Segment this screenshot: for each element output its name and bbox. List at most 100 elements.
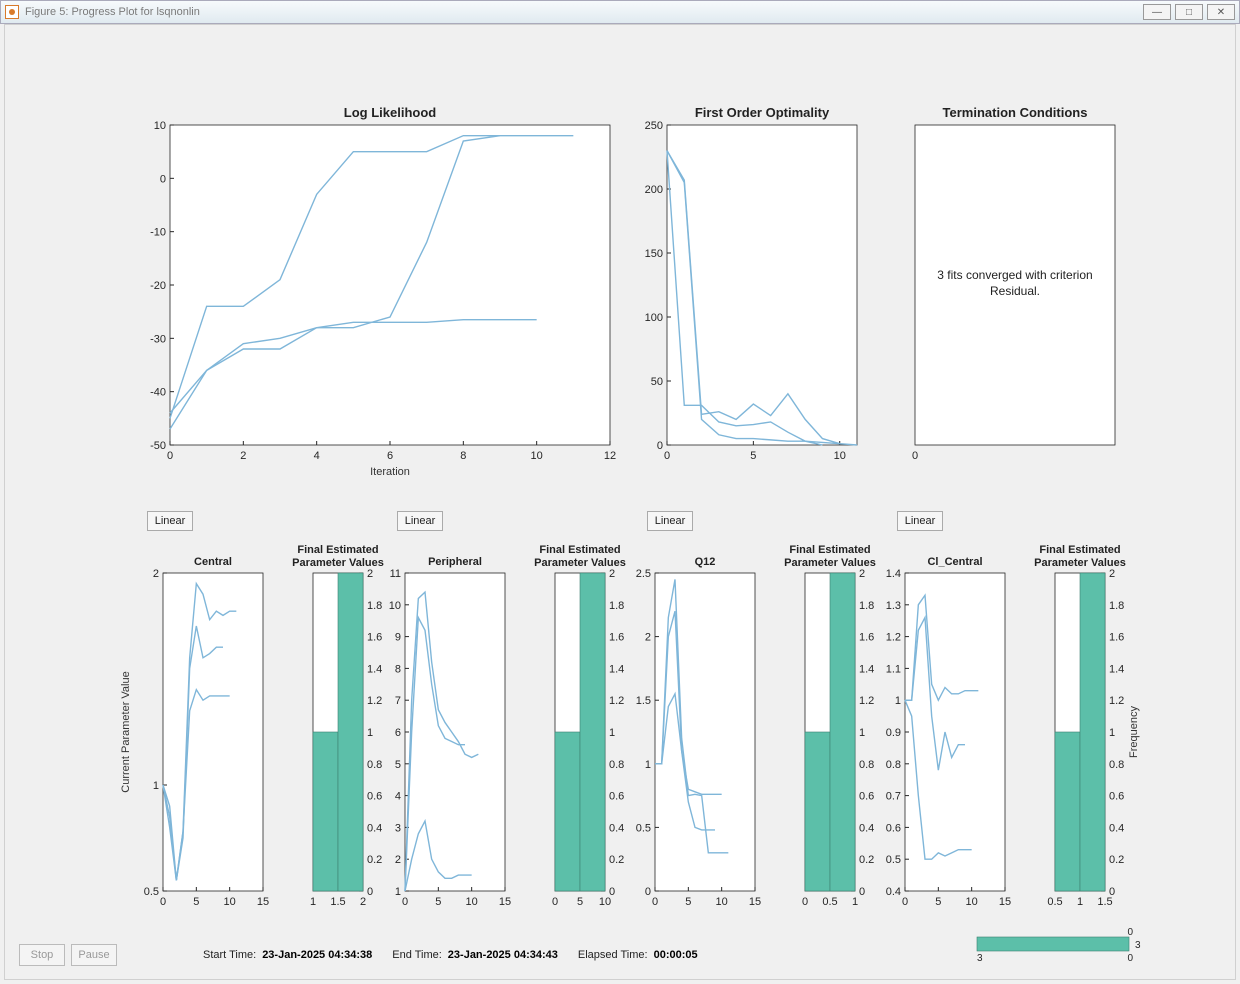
svg-text:0: 0: [552, 896, 558, 908]
chart-termination: Termination Conditions 0 3 fits converged …: [895, 85, 1155, 485]
svg-text:10: 10: [154, 120, 166, 132]
svg-text:1.2: 1.2: [886, 632, 901, 644]
svg-text:0: 0: [167, 450, 173, 462]
svg-text:0: 0: [1109, 886, 1115, 898]
svg-text:0: 0: [912, 450, 918, 462]
svg-text:2: 2: [153, 568, 159, 580]
svg-text:5: 5: [395, 759, 401, 771]
svg-text:200: 200: [645, 184, 663, 196]
svg-text:10: 10: [466, 896, 478, 908]
svg-text:Residual.: Residual.: [990, 284, 1040, 298]
svg-text:250: 250: [645, 120, 663, 132]
svg-text:Q12: Q12: [695, 556, 716, 568]
svg-text:1.4: 1.4: [886, 568, 901, 580]
svg-text:1: 1: [1109, 727, 1115, 739]
pause-button[interactable]: Pause: [71, 944, 117, 966]
svg-text:Termination Conditions: Termination Conditions: [943, 105, 1088, 120]
svg-text:2.5: 2.5: [636, 568, 651, 580]
svg-text:1: 1: [153, 780, 159, 792]
svg-text:1.5: 1.5: [636, 695, 651, 707]
svg-text:Final Estimated: Final Estimated: [1039, 544, 1120, 556]
svg-text:Cl_Central: Cl_Central: [927, 556, 982, 568]
matlab-icon: [5, 5, 19, 19]
svg-text:0: 0: [402, 896, 408, 908]
svg-text:0: 0: [902, 896, 908, 908]
svg-text:5: 5: [193, 896, 199, 908]
svg-text:15: 15: [749, 896, 761, 908]
svg-text:0.5: 0.5: [886, 854, 901, 866]
svg-text:5: 5: [435, 896, 441, 908]
svg-text:0.6: 0.6: [1109, 791, 1124, 803]
svg-text:0: 0: [160, 896, 166, 908]
svg-text:0.9: 0.9: [886, 727, 901, 739]
svg-text:12: 12: [604, 450, 616, 462]
svg-text:-50: -50: [150, 440, 166, 452]
svg-text:0: 0: [1127, 927, 1133, 938]
svg-text:1.5: 1.5: [330, 896, 345, 908]
svg-text:1.8: 1.8: [1109, 600, 1124, 612]
svg-text:0: 0: [652, 896, 658, 908]
svg-text:2: 2: [395, 854, 401, 866]
svg-text:10: 10: [716, 896, 728, 908]
close-button[interactable]: ✕: [1207, 4, 1235, 20]
footer: Stop Pause Start Time: 23-Jan-2025 04:34…: [19, 941, 1221, 969]
svg-text:5: 5: [750, 450, 756, 462]
svg-text:-30: -30: [150, 333, 166, 345]
window-titlebar: Figure 5: Progress Plot for lsqnonlin — …: [0, 0, 1240, 24]
elapsed-time-value: 00:00:05: [654, 949, 698, 961]
minimize-button[interactable]: —: [1143, 4, 1171, 20]
svg-text:1.6: 1.6: [1109, 632, 1124, 644]
svg-text:-40: -40: [150, 387, 166, 399]
svg-text:0.5: 0.5: [822, 896, 837, 908]
svg-text:Central: Central: [194, 556, 232, 568]
start-time-value: 23-Jan-2025 04:34:38: [262, 949, 372, 961]
svg-text:0: 0: [160, 173, 166, 185]
svg-text:9: 9: [395, 632, 401, 644]
svg-text:0: 0: [802, 896, 808, 908]
svg-text:8: 8: [460, 450, 466, 462]
end-time-value: 23-Jan-2025 04:34:43: [448, 949, 558, 961]
svg-text:11: 11: [390, 568, 401, 580]
svg-text:8: 8: [395, 663, 401, 675]
svg-text:-10: -10: [150, 227, 166, 239]
svg-text:-20: -20: [150, 280, 166, 292]
svg-text:2: 2: [645, 632, 651, 644]
maximize-button[interactable]: □: [1175, 4, 1203, 20]
svg-text:2: 2: [240, 450, 246, 462]
svg-text:15: 15: [499, 896, 511, 908]
svg-text:1: 1: [645, 759, 651, 771]
svg-text:0: 0: [664, 450, 670, 462]
chart-central: Central0.512051015Current Parameter Valu…: [115, 523, 395, 923]
svg-text:Final Estimated: Final Estimated: [789, 544, 870, 556]
svg-text:1: 1: [1077, 896, 1083, 908]
svg-text:4: 4: [314, 450, 320, 462]
svg-text:Final Estimated: Final Estimated: [539, 544, 620, 556]
svg-text:10: 10: [531, 450, 543, 462]
chart-cl-central: Cl_Central0.40.50.60.70.80.911.11.21.31.…: [865, 523, 1165, 923]
svg-text:7: 7: [395, 695, 401, 707]
svg-text:3: 3: [395, 822, 401, 834]
svg-text:10: 10: [966, 896, 978, 908]
svg-text:Frequency: Frequency: [1128, 706, 1140, 758]
svg-text:0.8: 0.8: [1109, 759, 1124, 771]
svg-text:2: 2: [1109, 568, 1115, 580]
chart-log-likelihood: Log Likelihood-50-40-30-20-1001002468101…: [115, 85, 635, 495]
stop-button[interactable]: Stop: [19, 944, 65, 966]
svg-text:Iteration: Iteration: [370, 466, 410, 478]
svg-text:10: 10: [224, 896, 236, 908]
svg-text:100: 100: [645, 312, 663, 324]
svg-text:Log Likelihood: Log Likelihood: [344, 105, 436, 120]
svg-text:0: 0: [657, 440, 663, 452]
svg-text:0.5: 0.5: [1047, 896, 1062, 908]
svg-text:15: 15: [257, 896, 269, 908]
svg-text:10: 10: [389, 600, 401, 612]
svg-text:0.2: 0.2: [1109, 854, 1124, 866]
start-time-label: Start Time:: [203, 949, 256, 961]
chart-peripheral: Peripheral1234567891011051015Final Estim…: [365, 523, 645, 923]
figure-canvas: Log Likelihood-50-40-30-20-1001002468101…: [4, 24, 1236, 980]
svg-text:0.7: 0.7: [886, 791, 901, 803]
svg-text:0.8: 0.8: [886, 759, 901, 771]
svg-text:0.4: 0.4: [886, 886, 901, 898]
svg-text:3 fits converged with criterio: 3 fits converged with criterion: [937, 268, 1092, 282]
svg-text:50: 50: [651, 376, 663, 388]
